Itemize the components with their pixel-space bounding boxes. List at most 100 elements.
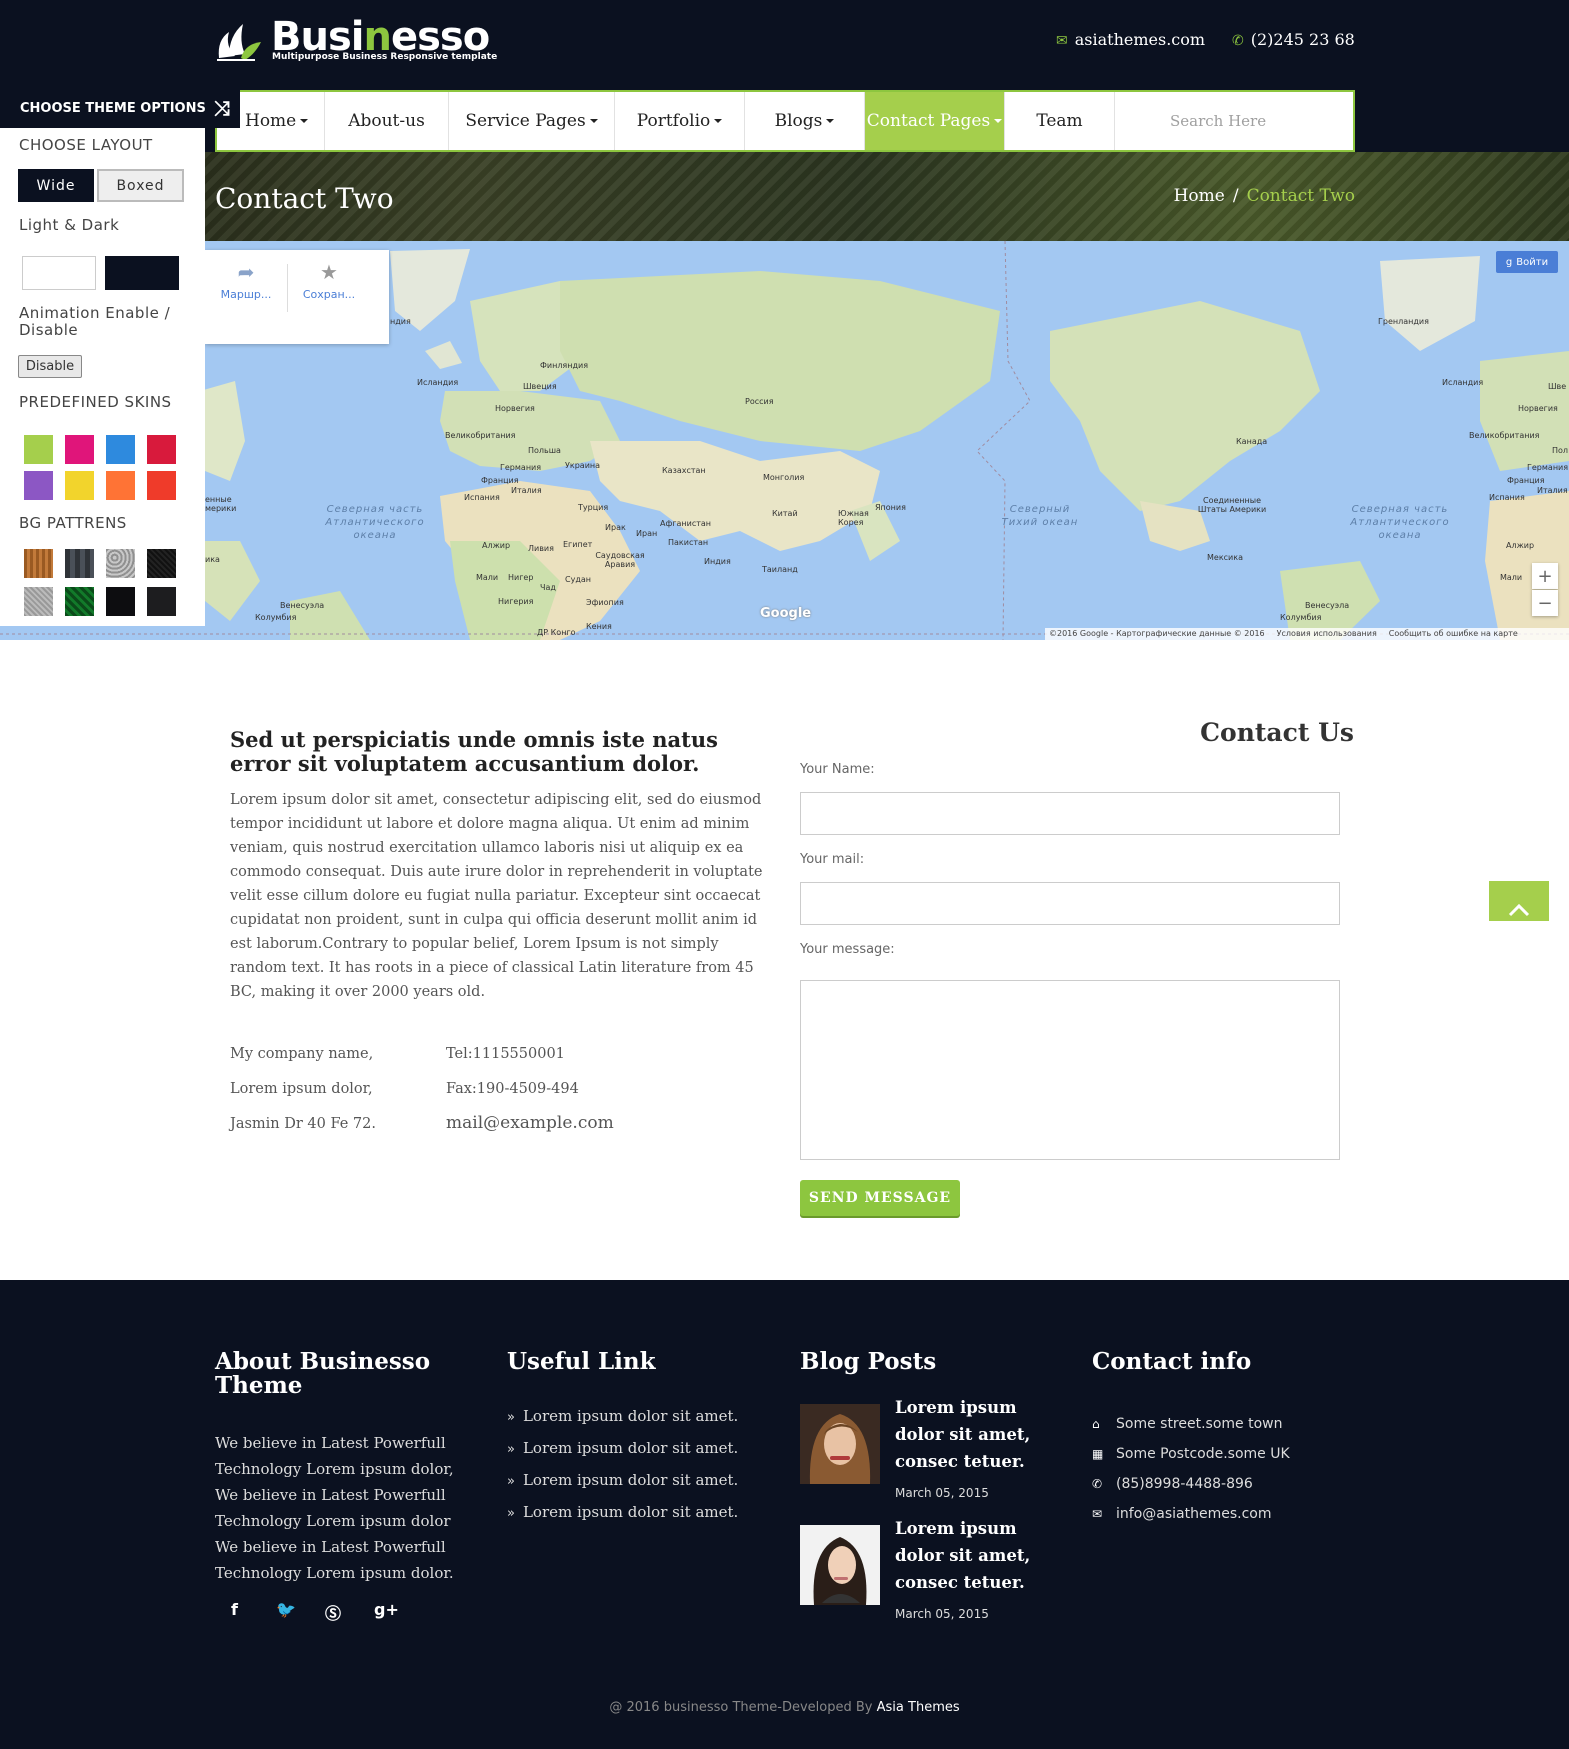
twitter-icon[interactable]: 🐦 (276, 1600, 296, 1619)
pattern-swirl[interactable] (106, 549, 135, 578)
google-map[interactable]: ндия Исландия Норвегия Швеция Финляндия … (0, 241, 1569, 640)
pattern-black[interactable] (106, 587, 135, 616)
map-report-link[interactable]: Сообщить об ошибке на карте (1389, 629, 1518, 638)
theme-panel-header[interactable]: CHOOSE THEME OPTIONS ⤨ (0, 88, 240, 128)
map-label: Испания (464, 493, 500, 502)
skin-swatch-tomato[interactable] (147, 471, 176, 500)
map-label: Канада (1236, 437, 1268, 446)
header-email[interactable]: ✉ asiathemes.com (1056, 30, 1205, 49)
skin-swatch-purple[interactable] (24, 471, 53, 500)
name-label: Your Name: (800, 762, 875, 777)
pattern-green[interactable] (65, 587, 94, 616)
map-label: Афганистан (660, 519, 712, 528)
skype-icon[interactable]: Ⓢ (325, 1600, 341, 1624)
map-label: Швеция (523, 382, 557, 391)
light-mode-swatch[interactable] (22, 256, 96, 290)
layout-wide-button[interactable]: Wide (18, 169, 94, 202)
copyright: @ 2016 businesso Theme-Developed By Asia… (609, 1700, 960, 1715)
nav-about[interactable]: About-us (325, 92, 449, 150)
footer-contact-title: Contact info (1092, 1348, 1252, 1375)
pattern-wood[interactable] (24, 549, 53, 578)
map-label: Италия (511, 486, 542, 495)
animation-disable-button[interactable]: Disable (18, 355, 82, 378)
caret-down-icon (826, 119, 835, 123)
light-dark-label: Light & Dark (19, 216, 120, 234)
logo[interactable]: Businesso Multipurpose Business Responsi… (215, 14, 497, 68)
map-label: Германия (500, 463, 542, 472)
nav-team[interactable]: Team (1005, 92, 1115, 150)
mail-input[interactable] (800, 882, 1340, 925)
breadcrumb-home[interactable]: Home (1174, 186, 1225, 206)
map-label: Судан (565, 575, 591, 584)
ocean-label: Северная часть Атлантического океана (1350, 504, 1450, 541)
map-label: Индия (704, 557, 731, 566)
map-terms-link[interactable]: Условия использования (1277, 629, 1377, 638)
skin-swatch-green[interactable] (24, 435, 53, 464)
map-label: ика (205, 555, 220, 564)
map-label: Норвегия (495, 404, 535, 413)
map-save-button[interactable]: ★ Сохран... (288, 260, 370, 344)
map-label: Таиланд (762, 565, 798, 574)
message-textarea[interactable] (800, 980, 1340, 1160)
skin-swatch-orange[interactable] (106, 471, 135, 500)
blog-post-title[interactable]: Lorem ipsum dolor sit amet, consec tetue… (895, 1394, 1065, 1475)
pattern-grey[interactable] (24, 587, 53, 616)
layout-boxed-button[interactable]: Boxed (97, 169, 184, 202)
map-label: Шве (1548, 382, 1567, 391)
dark-mode-swatch[interactable] (105, 256, 179, 290)
footer-link[interactable]: » Lorem ipsum dolor sit amet. (507, 1471, 738, 1489)
map-label: Италия (1537, 486, 1568, 495)
blog-post-title[interactable]: Lorem ipsum dolor sit amet, consec tetue… (895, 1515, 1065, 1596)
footer-about-title: About Businesso Theme (215, 1348, 431, 1399)
google-plus-icon[interactable]: g+ (374, 1600, 399, 1619)
map-label: Эфиопия (586, 598, 624, 607)
pattern-stripes[interactable] (65, 549, 94, 578)
map-attribution: ©2016 Google - Картографические данные ©… (1045, 628, 1569, 640)
mail-label: Your mail: (800, 852, 865, 867)
send-message-button[interactable]: SEND MESSAGE (800, 1180, 960, 1216)
page-banner: Contact Two Home / Contact Two (0, 152, 1569, 241)
nav-portfolio[interactable]: Portfolio (615, 92, 745, 150)
nav-blogs[interactable]: Blogs (745, 92, 865, 150)
portrait-image (800, 1525, 880, 1605)
zoom-in-button[interactable]: + (1532, 563, 1558, 589)
map-label: Испания (1489, 493, 1525, 502)
google-watermark: Google (760, 606, 812, 621)
message-label: Your message: (800, 942, 895, 957)
map-login-button[interactable]: g Войти (1496, 251, 1558, 273)
pattern-dark-noise[interactable] (147, 549, 176, 578)
double-chevron-right-icon: » (507, 1506, 515, 1521)
address-mail[interactable]: mail@example.com (446, 1113, 614, 1133)
copyright-brand-link[interactable]: Asia Themes (877, 1700, 960, 1715)
map-label: енные мерики (205, 495, 237, 513)
pattern-charcoal[interactable] (147, 587, 176, 616)
content-heading: Sed ut perspiciatis unde omnis iste natu… (230, 727, 718, 776)
footer-link[interactable]: » Lorem ipsum dolor sit amet. (507, 1503, 738, 1521)
nav-contact-pages[interactable]: Contact Pages (865, 92, 1005, 150)
search-input[interactable] (1115, 92, 1353, 150)
skin-swatch-yellow[interactable] (65, 471, 94, 500)
map-label: Нигер (508, 573, 534, 582)
blog-post-thumbnail[interactable] (800, 1404, 880, 1484)
footer-link[interactable]: » Lorem ipsum dolor sit amet. (507, 1439, 738, 1457)
header-phone[interactable]: ✆ (2)245 23 68 (1232, 30, 1355, 49)
skin-swatch-pink[interactable] (65, 435, 94, 464)
contact-street: ⌂ Some street.some town (1092, 1416, 1283, 1432)
map-route-button[interactable]: ➦ Маршр... (205, 260, 287, 344)
map-label: Венесуэла (1305, 601, 1350, 610)
zoom-out-button[interactable]: − (1532, 590, 1558, 616)
star-icon: ★ (320, 260, 338, 284)
facebook-icon[interactable]: f (231, 1600, 238, 1619)
contact-email[interactable]: ✉ info@asiathemes.com (1092, 1506, 1271, 1522)
map-label: Колумбия (1280, 613, 1322, 622)
map-label: ндия (390, 317, 411, 326)
name-input[interactable] (800, 792, 1340, 835)
skin-swatch-red[interactable] (147, 435, 176, 464)
skin-swatch-blue[interactable] (106, 435, 135, 464)
nav-service-pages[interactable]: Service Pages (449, 92, 615, 150)
footer-link[interactable]: » Lorem ipsum dolor sit amet. (507, 1407, 738, 1425)
map-label: Великобритания (1469, 431, 1540, 440)
shuffle-icon[interactable]: ⤨ (214, 96, 230, 120)
scroll-to-top-button[interactable] (1489, 881, 1549, 921)
blog-post-thumbnail[interactable] (800, 1525, 880, 1605)
